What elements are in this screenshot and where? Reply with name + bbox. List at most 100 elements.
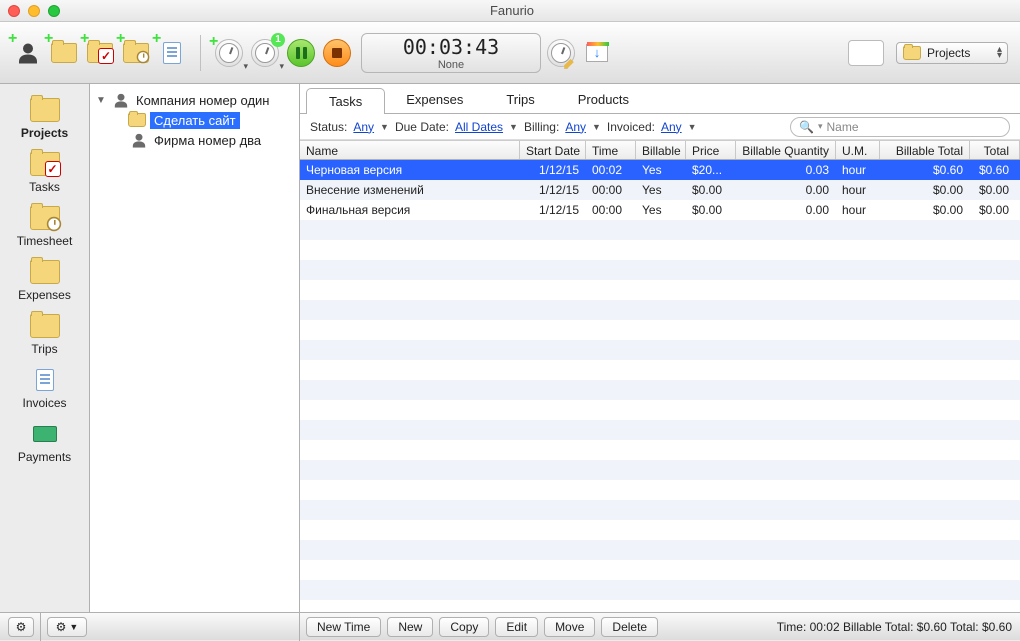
table-cell: 1/12/15 [520,180,586,200]
copy-button[interactable]: Copy [439,617,489,637]
table-row-empty [300,560,1020,580]
chevron-down-icon[interactable]: ▼ [380,122,389,132]
table-cell: 0.00 [736,200,836,220]
filter-status-value[interactable]: Any [353,120,374,134]
table-cell: $0.00 [686,180,736,200]
edit-timer-button[interactable] [545,37,577,69]
stop-button[interactable] [321,37,353,69]
table-cell: hour [836,200,880,220]
tab-tasks[interactable]: Tasks [306,88,385,114]
document-icon [36,369,54,391]
view-selector[interactable]: Projects ▴▾ [896,42,1008,64]
table-row[interactable]: Черновая версия1/12/1500:02Yes$20...0.03… [300,160,1020,180]
close-icon[interactable] [8,5,20,17]
folder-icon [903,46,921,60]
sidebar-item-projects[interactable]: Projects [5,92,85,144]
main-toolbar: + + +✓ + + + ▾ 1 ▾ 00:03:43 None Project… [0,22,1020,84]
minimize-icon[interactable] [28,5,40,17]
new-time-button[interactable]: + [120,37,152,69]
table-cell: Yes [636,160,686,180]
delete-button[interactable]: Delete [601,617,658,637]
chevron-down-icon[interactable]: ▼ [592,122,601,132]
table-row-empty [300,220,1020,240]
button-label: New [398,620,422,634]
new-folder-button[interactable]: + [48,37,80,69]
table-body: Черновая версия1/12/1500:02Yes$20...0.03… [300,160,1020,612]
button-label: New Time [317,620,370,634]
pause-button[interactable] [285,37,317,69]
sidebar-item-payments[interactable]: Payments [5,416,85,468]
table-cell: Внесение изменений [300,180,520,200]
filter-billing-value[interactable]: Any [565,120,586,134]
view-selector-label: Projects [927,46,970,60]
table-row[interactable]: Финальная версия1/12/1500:00Yes$0.000.00… [300,200,1020,220]
button-label: Copy [450,620,478,634]
tab-label: Products [578,92,629,107]
folder-icon [30,260,60,284]
table-header: Name Start Date Time Billable Price Bill… [300,140,1020,160]
edit-button[interactable]: Edit [495,617,538,637]
table-row-empty [300,300,1020,320]
chevron-down-icon[interactable]: ▼ [509,122,518,132]
zoom-icon[interactable] [48,5,60,17]
col-billable[interactable]: Billable [636,141,686,159]
new-button[interactable]: New [387,617,433,637]
tree-item-company[interactable]: Фирма номер два [92,130,297,150]
folder-icon [128,113,146,127]
new-task-button[interactable]: +✓ [84,37,116,69]
import-button[interactable] [581,37,613,69]
table-row-empty [300,280,1020,300]
preview-thumbnail[interactable] [848,40,884,66]
folder-icon: ✓ [30,152,60,176]
col-start[interactable]: Start Date [520,141,586,159]
filter-status-label: Status: [310,120,347,134]
gear-icon: ⚙ [16,620,27,634]
timer-time: 00:03:43 [403,35,499,59]
table-cell: $0.60 [880,160,970,180]
filter-invoiced-value[interactable]: Any [661,120,682,134]
col-price[interactable]: Price [686,141,736,159]
new-document-button[interactable]: + [156,37,188,69]
folder-icon [30,98,60,122]
new-contact-button[interactable]: + [12,37,44,69]
tab-products[interactable]: Products [556,87,651,113]
tab-expenses[interactable]: Expenses [384,87,485,113]
sidebar-item-expenses[interactable]: Expenses [5,254,85,306]
sidebar-item-tasks[interactable]: ✓ Tasks [5,146,85,198]
table-row-empty [300,600,1020,612]
table-row-empty [300,520,1020,540]
tree-item-company[interactable]: ▼ Компания номер один [92,90,297,110]
tree-item-project[interactable]: Сделать сайт [92,110,297,130]
new-time-button[interactable]: New Time [306,617,381,637]
settings-menu-button[interactable]: ⚙▼ [47,617,87,637]
tab-trips[interactable]: Trips [484,87,556,113]
col-total[interactable]: Total [970,141,1020,159]
table-cell: Yes [636,200,686,220]
project-tree: ▼ Компания номер один Сделать сайт Фирма… [90,84,300,612]
table-cell: Финальная версия [300,200,520,220]
col-billable-qty[interactable]: Billable Quantity [736,141,836,159]
active-timers-button[interactable]: 1 ▾ [249,37,281,69]
filter-invoiced-label: Invoiced: [607,120,655,134]
sidebar-item-trips[interactable]: Trips [5,308,85,360]
table-row[interactable]: Внесение изменений1/12/1500:00Yes$0.000.… [300,180,1020,200]
search-placeholder: Name [826,120,858,134]
search-input[interactable]: 🔍▾ Name [790,117,1010,137]
sidebar-item-timesheet[interactable]: Timesheet [5,200,85,252]
timer-count-badge: 1 [271,33,285,47]
chevron-down-icon[interactable]: ▼ [688,122,697,132]
col-billable-total[interactable]: Billable Total [880,141,970,159]
col-name[interactable]: Name [300,141,520,159]
table-row-empty [300,400,1020,420]
col-time[interactable]: Time [586,141,636,159]
col-um[interactable]: U.M. [836,141,880,159]
timer-display[interactable]: 00:03:43 None [361,33,541,73]
button-label: Move [555,620,584,634]
sidebar-item-invoices[interactable]: Invoices [5,362,85,414]
disclosure-triangle-icon[interactable]: ▼ [96,95,106,106]
table-cell: $0.00 [880,200,970,220]
move-button[interactable]: Move [544,617,595,637]
filter-due-value[interactable]: All Dates [455,120,503,134]
settings-button[interactable]: ⚙ [8,617,34,637]
start-timer-button[interactable]: + ▾ [213,37,245,69]
